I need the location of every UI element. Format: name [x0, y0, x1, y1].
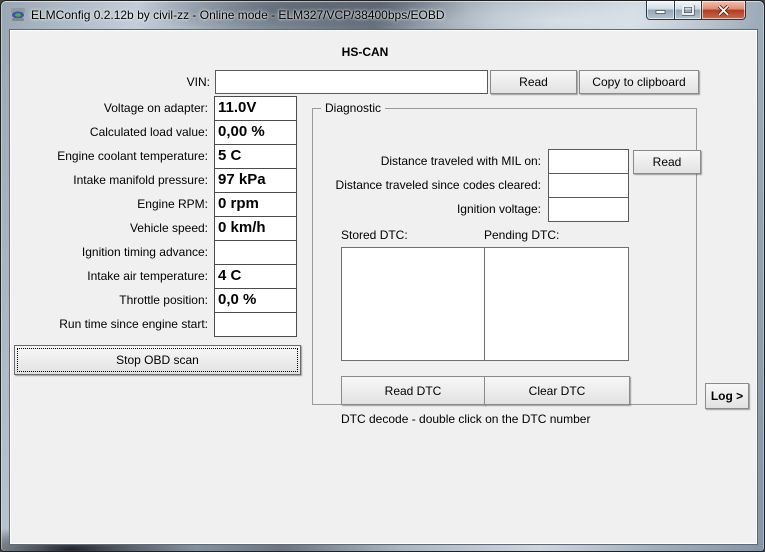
vin-copy-button[interactable]: Copy to clipboard	[579, 70, 699, 94]
sensor-row: Intake air temperature: 4 C	[14, 264, 297, 289]
diagnostic-fields	[548, 149, 629, 222]
vin-input[interactable]	[215, 70, 488, 94]
sensor-label: Vehicle speed:	[14, 216, 214, 241]
sensor-value-field[interactable]: 0 km/h	[214, 216, 297, 241]
sensor-label: Calculated load value:	[14, 120, 214, 145]
stored-dtc-label: Stored DTC:	[341, 228, 408, 242]
diagnostic-labels: Distance traveled with MIL on: Distance …	[313, 149, 541, 222]
app-icon	[10, 7, 26, 23]
sensor-label: Intake air temperature:	[14, 264, 214, 289]
client-area: HS-CAN VIN: Read Copy to clipboard Volta…	[9, 29, 758, 545]
sensor-label: Voltage on adapter:	[14, 96, 214, 121]
minimize-icon	[655, 5, 667, 15]
sensor-label: Intake manifold pressure:	[14, 168, 214, 193]
app-window: ELMConfig 0.2.12b by civil-zz - Online m…	[0, 0, 765, 552]
bus-mode-label: HS-CAN	[305, 45, 425, 59]
dtc-decode-hint: DTC decode - double click on the DTC num…	[341, 412, 590, 426]
pending-dtc-list[interactable]	[484, 247, 629, 361]
sensor-row: Intake manifold pressure: 97 kPa	[14, 168, 297, 193]
sensor-row: Run time since engine start:	[14, 312, 297, 337]
sensor-row: Voltage on adapter: 11.0V	[14, 96, 297, 121]
window-title: ELMConfig 0.2.12b by civil-zz - Online m…	[31, 8, 445, 22]
vin-label: VIN:	[110, 75, 210, 89]
ignition-voltage-field[interactable]	[548, 197, 629, 222]
sensor-row: Vehicle speed: 0 km/h	[14, 216, 297, 241]
sensor-label: Ignition timing advance:	[14, 240, 214, 265]
sensor-row: Calculated load value: 0,00 %	[14, 120, 297, 145]
diagnostic-group: Diagnostic Distance traveled with MIL on…	[312, 108, 697, 405]
sensor-value-field[interactable]: 0,00 %	[214, 120, 297, 145]
diagnostic-group-title: Diagnostic	[321, 101, 385, 115]
vin-read-button[interactable]: Read	[490, 70, 577, 94]
sensor-label: Throttle position:	[14, 288, 214, 313]
sensor-value-field[interactable]	[214, 240, 297, 265]
cleared-distance-label: Distance traveled since codes cleared:	[313, 173, 541, 198]
sensor-label: Run time since engine start:	[14, 312, 214, 337]
ignition-voltage-label: Ignition voltage:	[313, 197, 541, 222]
mil-distance-field[interactable]	[548, 149, 629, 174]
maximize-icon	[682, 5, 695, 16]
diagnostic-read-button[interactable]: Read	[633, 150, 701, 174]
sensor-value-field[interactable]: 5 C	[214, 144, 297, 169]
sensor-label: Engine coolant temperature:	[14, 144, 214, 169]
sensor-label: Engine RPM:	[14, 192, 214, 217]
sensor-value-field[interactable]: 0 rpm	[214, 192, 297, 217]
close-icon	[717, 5, 730, 16]
caption-buttons	[646, 1, 746, 21]
sensor-row: Throttle position: 0,0 %	[14, 288, 297, 313]
cleared-distance-field[interactable]	[548, 173, 629, 198]
mil-distance-label: Distance traveled with MIL on:	[313, 149, 541, 174]
sensor-value-field[interactable]: 0,0 %	[214, 288, 297, 313]
maximize-button[interactable]	[675, 1, 702, 20]
sensor-value-field[interactable]	[214, 312, 297, 337]
sensor-value-field[interactable]: 11.0V	[214, 96, 297, 121]
sensor-value-field[interactable]: 4 C	[214, 264, 297, 289]
sensor-readouts: Voltage on adapter: 11.0V Calculated loa…	[14, 96, 297, 337]
stop-obd-scan-button[interactable]: Stop OBD scan	[14, 345, 301, 375]
log-button[interactable]: Log >	[705, 383, 749, 409]
sensor-row: Engine coolant temperature: 5 C	[14, 144, 297, 169]
read-dtc-button[interactable]: Read DTC	[341, 376, 485, 405]
sensor-value-field[interactable]: 97 kPa	[214, 168, 297, 193]
minimize-button[interactable]	[646, 1, 675, 20]
stored-dtc-list[interactable]	[341, 247, 485, 361]
pending-dtc-label: Pending DTC:	[484, 228, 559, 242]
sensor-row: Engine RPM: 0 rpm	[14, 192, 297, 217]
clear-dtc-button[interactable]: Clear DTC	[484, 376, 630, 405]
close-button[interactable]	[702, 1, 746, 20]
sensor-row: Ignition timing advance:	[14, 240, 297, 265]
titlebar[interactable]: ELMConfig 0.2.12b by civil-zz - Online m…	[1, 1, 764, 29]
